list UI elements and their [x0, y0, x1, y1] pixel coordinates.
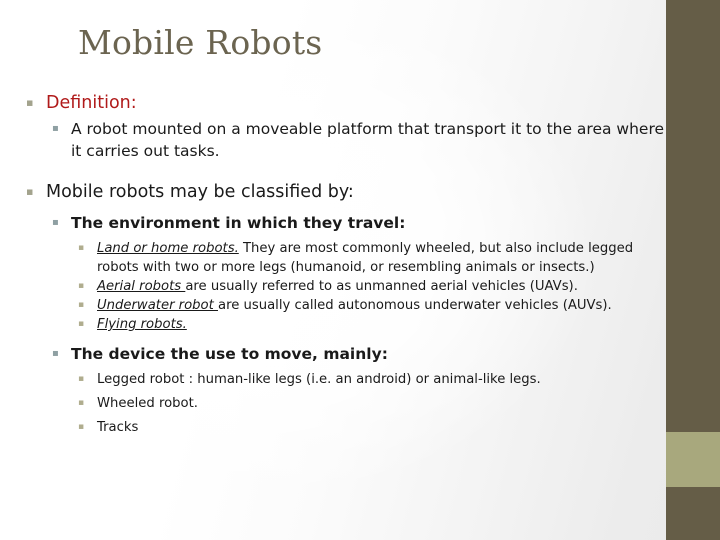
- definition-heading: Definition:: [46, 93, 137, 113]
- item-lead: Flying robots.: [97, 317, 187, 332]
- item-rest: Wheeled robot.: [97, 396, 198, 411]
- decorative-band-light: [666, 432, 720, 487]
- list-item: ▪ Underwater robot are usually called au…: [0, 296, 666, 315]
- item-lead: Land or home robots.: [97, 241, 239, 256]
- bullet-marker-icon: ▪: [78, 281, 85, 291]
- item-lead: Aerial robots: [97, 279, 186, 294]
- category-heading-device: The device the use to move, mainly:: [71, 345, 388, 363]
- bullet-definition-text: ▪ A robot mounted on a moveable platform…: [0, 118, 666, 162]
- bullet-marker-icon: ▪: [78, 374, 85, 384]
- list-item: ▪ Tracks: [0, 418, 666, 437]
- decorative-band-dark-bottom: [666, 487, 720, 540]
- bullet-marker-icon: ▪: [78, 398, 85, 408]
- bullet-marker-icon: ▪: [78, 319, 85, 329]
- item-body: Land or home robots. They are most commo…: [97, 239, 666, 277]
- item-body: Flying robots.: [97, 315, 666, 334]
- bullet-definition: ▪ Definition:: [0, 90, 666, 116]
- list-item: ▪ Aerial robots are usually referred to …: [0, 277, 666, 296]
- bullet-category-environment: ▪ The environment in which they travel:: [0, 212, 666, 234]
- bullet-marker-icon: ▪: [78, 243, 85, 253]
- bullet-category-device: ▪ The device the use to move, mainly:: [0, 343, 666, 365]
- category-heading-environment: The environment in which they travel:: [71, 214, 406, 232]
- bullet-marker-icon: ▪: [52, 217, 59, 228]
- item-rest: Legged robot : human-like legs (i.e. an …: [97, 372, 541, 387]
- item-rest: are usually called autonomous underwater…: [217, 298, 612, 313]
- slide-body: ▪ Definition: ▪ A robot mounted on a mov…: [0, 90, 666, 437]
- bullet-marker-icon: ▪: [26, 185, 34, 198]
- item-body: Aerial robots are usually referred to as…: [97, 277, 666, 296]
- list-item: ▪ Wheeled robot.: [0, 394, 666, 413]
- list-item: ▪ Flying robots.: [0, 315, 666, 334]
- bullet-marker-icon: ▪: [52, 348, 59, 359]
- bullet-marker-icon: ▪: [26, 96, 34, 109]
- decorative-band-dark-top: [666, 0, 720, 432]
- item-rest: Tracks: [97, 420, 139, 435]
- item-rest: are usually referred to as unmanned aeri…: [185, 279, 578, 294]
- item-body: Underwater robot are usually called auto…: [97, 296, 666, 315]
- slide-title: Mobile Robots: [78, 23, 323, 62]
- list-item: ▪ Land or home robots. They are most com…: [0, 239, 666, 277]
- list-item: ▪ Legged robot : human-like legs (i.e. a…: [0, 370, 666, 389]
- definition-text: A robot mounted on a moveable platform t…: [71, 120, 665, 160]
- bullet-marker-icon: ▪: [52, 123, 59, 134]
- slide-canvas: Mobile Robots ▪ Definition: ▪ A robot mo…: [0, 0, 720, 540]
- bullet-marker-icon: ▪: [78, 422, 85, 432]
- classified-heading: Mobile robots may be classified by:: [46, 182, 354, 202]
- bullet-marker-icon: ▪: [78, 300, 85, 310]
- bullet-classified-by: ▪ Mobile robots may be classified by:: [0, 179, 666, 205]
- item-lead: Underwater robot: [97, 298, 218, 313]
